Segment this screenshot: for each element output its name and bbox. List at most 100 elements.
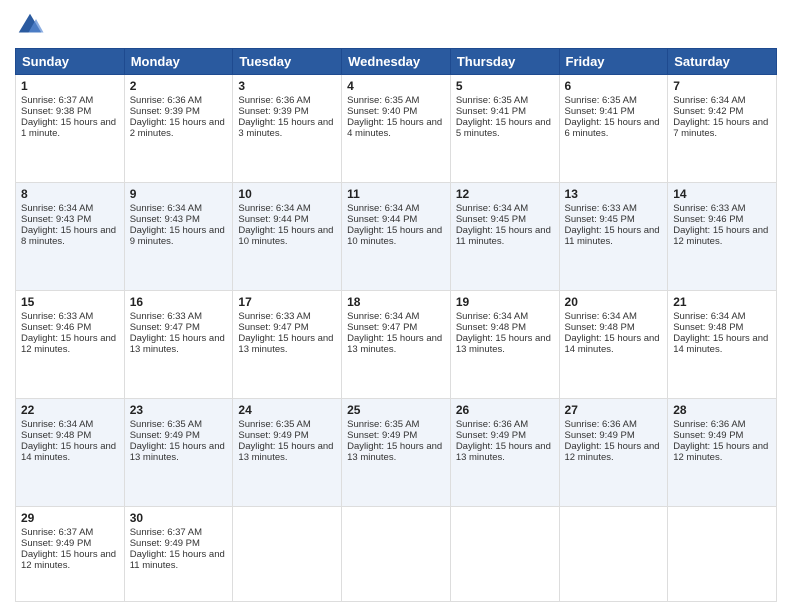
daylight-text: Daylight: 15 hours and 10 minutes. <box>238 225 333 247</box>
day-number: 5 <box>456 79 554 93</box>
sunset-text: Sunset: 9:48 PM <box>456 322 526 333</box>
day-number: 20 <box>565 295 663 309</box>
daylight-text: Daylight: 15 hours and 7 minutes. <box>673 117 768 139</box>
sunrise-text: Sunrise: 6:36 AM <box>565 419 637 430</box>
calendar-cell: 26Sunrise: 6:36 AMSunset: 9:49 PMDayligh… <box>450 399 559 507</box>
calendar-cell: 29 Sunrise: 6:37 AMSunset: 9:49 PMDayligh… <box>16 507 125 602</box>
calendar-cell: 17Sunrise: 6:33 AMSunset: 9:47 PMDayligh… <box>233 291 342 399</box>
day-number: 25 <box>347 403 445 417</box>
calendar-cell <box>559 507 668 602</box>
calendar-cell: 30Sunrise: 6:37 AMSunset: 9:49 PMDayligh… <box>124 507 233 602</box>
sunset-text: Sunset: 9:48 PM <box>565 322 635 333</box>
day-number: 2 <box>130 79 228 93</box>
sunrise-text: Sunrise: 6:35 AM <box>565 95 637 106</box>
calendar-cell: 10Sunrise: 6:34 AMSunset: 9:44 PMDayligh… <box>233 183 342 291</box>
calendar-cell: 18Sunrise: 6:34 AMSunset: 9:47 PMDayligh… <box>342 291 451 399</box>
daylight-text: Daylight: 15 hours and 12 minutes. <box>565 441 660 463</box>
daylight-text: Daylight: 15 hours and 14 minutes. <box>21 441 116 463</box>
calendar-cell: 22Sunrise: 6:34 AMSunset: 9:48 PMDayligh… <box>16 399 125 507</box>
day-number: 22 <box>21 403 119 417</box>
day-number: 28 <box>673 403 771 417</box>
sunset-text: Sunset: 9:41 PM <box>456 106 526 117</box>
daylight-text: Daylight: 15 hours and 12 minutes. <box>21 549 116 571</box>
day-number: 27 <box>565 403 663 417</box>
day-number: 4 <box>347 79 445 93</box>
page: SundayMondayTuesdayWednesdayThursdayFrid… <box>0 0 792 612</box>
sunset-text: Sunset: 9:39 PM <box>238 106 308 117</box>
sunrise-text: Sunrise: 6:34 AM <box>456 311 528 322</box>
sunset-text: Sunset: 9:49 PM <box>565 430 635 441</box>
day-number: 23 <box>130 403 228 417</box>
sunset-text: Sunset: 9:43 PM <box>21 214 91 225</box>
calendar-cell <box>450 507 559 602</box>
sunrise-text: Sunrise: 6:35 AM <box>238 419 310 430</box>
logo-icon <box>15 10 45 40</box>
sunrise-text: Sunrise: 6:35 AM <box>347 95 419 106</box>
sunset-text: Sunset: 9:44 PM <box>347 214 417 225</box>
calendar-cell: 11Sunrise: 6:34 AMSunset: 9:44 PMDayligh… <box>342 183 451 291</box>
day-number: 12 <box>456 187 554 201</box>
sunrise-text: Sunrise: 6:35 AM <box>347 419 419 430</box>
header <box>15 10 777 40</box>
sunset-text: Sunset: 9:47 PM <box>130 322 200 333</box>
calendar-cell: 24 Sunrise: 6:35 AMSunset: 9:49 PMDayligh… <box>233 399 342 507</box>
day-number: 16 <box>130 295 228 309</box>
daylight-text: Daylight: 15 hours and 13 minutes. <box>347 441 442 463</box>
col-header-monday: Monday <box>124 49 233 75</box>
day-number: 24 <box>238 403 336 417</box>
daylight-text: Daylight: 15 hours and 14 minutes. <box>673 333 768 355</box>
day-number: 7 <box>673 79 771 93</box>
calendar-cell: 4Sunrise: 6:35 AMSunset: 9:40 PMDaylight… <box>342 75 451 183</box>
calendar-cell: 28Sunrise: 6:36 AMSunset: 9:49 PMDayligh… <box>668 399 777 507</box>
calendar-cell: 7Sunrise: 6:34 AMSunset: 9:42 PMDaylight… <box>668 75 777 183</box>
sunset-text: Sunset: 9:47 PM <box>347 322 417 333</box>
sunset-text: Sunset: 9:49 PM <box>21 538 91 549</box>
day-number: 14 <box>673 187 771 201</box>
sunrise-text: Sunrise: 6:33 AM <box>565 203 637 214</box>
sunrise-text: Sunrise: 6:34 AM <box>21 419 93 430</box>
sunrise-text: Sunrise: 6:37 AM <box>130 527 202 538</box>
day-number: 26 <box>456 403 554 417</box>
sunset-text: Sunset: 9:49 PM <box>347 430 417 441</box>
sunset-text: Sunset: 9:39 PM <box>130 106 200 117</box>
sunrise-text: Sunrise: 6:36 AM <box>673 419 745 430</box>
sunset-text: Sunset: 9:49 PM <box>673 430 743 441</box>
daylight-text: Daylight: 15 hours and 10 minutes. <box>347 225 442 247</box>
daylight-text: Daylight: 15 hours and 3 minutes. <box>238 117 333 139</box>
sunrise-text: Sunrise: 6:34 AM <box>456 203 528 214</box>
day-number: 8 <box>21 187 119 201</box>
day-number: 9 <box>130 187 228 201</box>
daylight-text: Daylight: 15 hours and 13 minutes. <box>238 333 333 355</box>
sunrise-text: Sunrise: 6:34 AM <box>673 311 745 322</box>
sunrise-text: Sunrise: 6:36 AM <box>130 95 202 106</box>
daylight-text: Daylight: 15 hours and 13 minutes. <box>456 333 551 355</box>
sunrise-text: Sunrise: 6:35 AM <box>456 95 528 106</box>
calendar-cell: 16Sunrise: 6:33 AMSunset: 9:47 PMDayligh… <box>124 291 233 399</box>
day-number: 29 <box>21 511 119 525</box>
calendar-cell: 13Sunrise: 6:33 AMSunset: 9:45 PMDayligh… <box>559 183 668 291</box>
daylight-text: Daylight: 15 hours and 14 minutes. <box>565 333 660 355</box>
sunrise-text: Sunrise: 6:37 AM <box>21 95 93 106</box>
sunset-text: Sunset: 9:49 PM <box>238 430 308 441</box>
calendar-cell: 12Sunrise: 6:34 AMSunset: 9:45 PMDayligh… <box>450 183 559 291</box>
calendar-cell: 15Sunrise: 6:33 AMSunset: 9:46 PMDayligh… <box>16 291 125 399</box>
sunrise-text: Sunrise: 6:34 AM <box>21 203 93 214</box>
daylight-text: Daylight: 15 hours and 12 minutes. <box>21 333 116 355</box>
daylight-text: Daylight: 15 hours and 13 minutes. <box>238 441 333 463</box>
sunset-text: Sunset: 9:46 PM <box>21 322 91 333</box>
daylight-text: Daylight: 15 hours and 13 minutes. <box>456 441 551 463</box>
col-header-friday: Friday <box>559 49 668 75</box>
sunrise-text: Sunrise: 6:34 AM <box>130 203 202 214</box>
calendar-cell: 2Sunrise: 6:36 AMSunset: 9:39 PMDaylight… <box>124 75 233 183</box>
sunrise-text: Sunrise: 6:37 AM <box>21 527 93 538</box>
day-number: 21 <box>673 295 771 309</box>
day-number: 19 <box>456 295 554 309</box>
calendar-cell: 21Sunrise: 6:34 AMSunset: 9:48 PMDayligh… <box>668 291 777 399</box>
calendar-week-row: 29Sunrise: 6:37 AMSunset: 9:49 PMDayligh… <box>16 507 777 602</box>
sunset-text: Sunset: 9:47 PM <box>238 322 308 333</box>
daylight-text: Daylight: 15 hours and 11 minutes. <box>456 225 551 247</box>
daylight-text: Daylight: 15 hours and 9 minutes. <box>130 225 225 247</box>
daylight-text: Daylight: 15 hours and 12 minutes. <box>673 225 768 247</box>
sunrise-text: Sunrise: 6:34 AM <box>347 203 419 214</box>
calendar-cell: 14Sunrise: 6:33 AMSunset: 9:46 PMDayligh… <box>668 183 777 291</box>
